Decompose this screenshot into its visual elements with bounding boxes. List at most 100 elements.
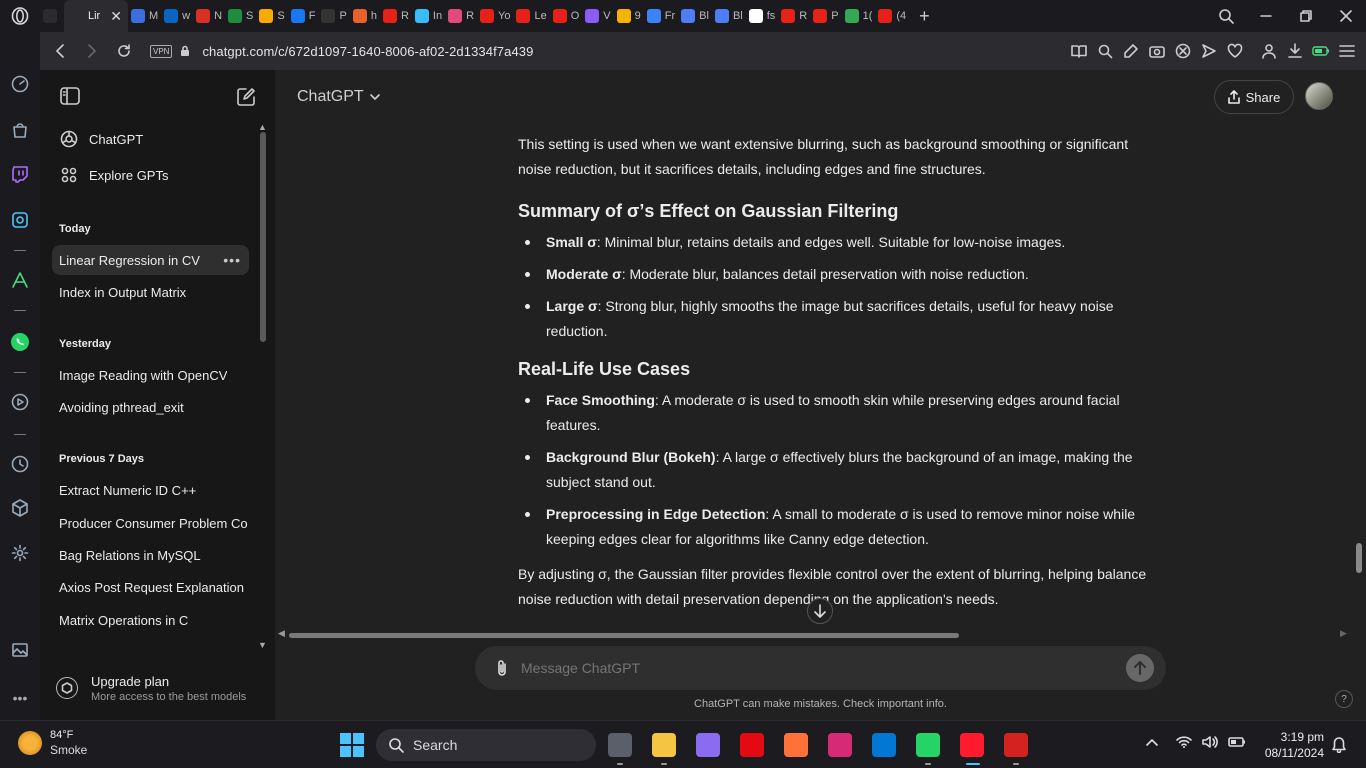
volume-icon[interactable] [1202, 735, 1218, 749]
send-icon[interactable] [1200, 42, 1218, 60]
menu-icon[interactable] [1338, 42, 1356, 60]
reload-button[interactable] [108, 32, 140, 70]
browser-tab[interactable]: P [810, 0, 841, 32]
history-item[interactable]: Image Reading with OpenCV [52, 360, 249, 390]
upgrade-plan-button[interactable]: Upgrade plan More access to the best mod… [56, 668, 256, 708]
browser-tab[interactable]: fs [746, 0, 779, 32]
tab-search-icon[interactable] [1206, 0, 1246, 32]
browser-tab[interactable]: S [225, 0, 256, 32]
scroll-to-bottom-button[interactable] [807, 598, 833, 624]
history-item[interactable]: Extract Numeric ID C++ [52, 475, 249, 505]
firefox-icon[interactable] [784, 733, 808, 757]
scroll-right-arrow[interactable]: ▶ [1340, 628, 1347, 639]
browser-tab[interactable]: M [128, 0, 161, 32]
browser-tab[interactable]: O [550, 0, 583, 32]
close-tab-icon[interactable]: ✕ [110, 8, 122, 25]
restore-button[interactable] [1286, 0, 1326, 32]
windows-start-icon[interactable] [340, 733, 364, 757]
vpn-badge[interactable]: VPN [150, 44, 173, 58]
history-item[interactable]: Matrix Operations in C [52, 605, 249, 635]
sidebar-scrollbar[interactable] [260, 132, 266, 342]
message-input[interactable] [521, 660, 1081, 676]
browser-tab[interactable]: 1( [842, 0, 876, 32]
sidebar-item-chatgpt[interactable]: ChatGPT [52, 124, 249, 154]
copilot-icon[interactable] [696, 733, 720, 757]
aria-icon[interactable] [10, 210, 30, 230]
url-field[interactable]: chatgpt.com/c/672d1097-1640-8006-af02-2d… [202, 44, 533, 59]
browser-tab[interactable]: Bl [678, 0, 712, 32]
browser-tab[interactable]: w [161, 0, 193, 32]
twitch-icon[interactable] [10, 164, 30, 184]
close-window-button[interactable] [1326, 0, 1366, 32]
chevron-up-icon[interactable] [1146, 738, 1158, 746]
profile-icon[interactable] [1260, 42, 1278, 60]
vscode-icon[interactable] [872, 733, 896, 757]
browser-tab[interactable]: Fr [644, 0, 678, 32]
forward-button[interactable] [76, 32, 108, 70]
model-selector[interactable]: ChatGPT [297, 88, 380, 106]
share-button[interactable]: Share [1214, 80, 1294, 114]
acrobat-icon[interactable] [1004, 733, 1028, 757]
more-icon[interactable]: ••• [10, 688, 30, 708]
edit-icon[interactable] [1122, 42, 1140, 60]
browser-tab[interactable] [40, 0, 64, 32]
wifi-icon[interactable] [1176, 736, 1192, 748]
browser-tab[interactable]: S [256, 0, 287, 32]
browser-tab[interactable]: P [318, 0, 349, 32]
settings-gear-icon[interactable] [10, 543, 30, 563]
file-explorer-icon[interactable] [652, 733, 676, 757]
help-button[interactable]: ? [1335, 690, 1353, 708]
speed-dial-icon[interactable] [10, 74, 30, 94]
history-item[interactable]: Axios Post Request Explanation [52, 572, 249, 602]
task-view-icon[interactable] [608, 733, 632, 757]
minimize-button[interactable] [1246, 0, 1286, 32]
history-item[interactable]: Bag Relations in MySQL [52, 540, 249, 570]
reader-mode-icon[interactable] [1070, 42, 1088, 60]
sidebar-toggle-icon[interactable] [60, 87, 80, 105]
browser-tab[interactable]: (4 [875, 0, 909, 32]
scroll-left-arrow[interactable]: ◀ [278, 628, 285, 639]
browser-tab[interactable]: In [412, 0, 445, 32]
history-item[interactable]: Producer Consumer Problem Co [52, 508, 249, 538]
new-tab-button[interactable]: + [919, 6, 930, 27]
browser-tab[interactable]: 9 [614, 0, 644, 32]
new-chat-icon[interactable] [236, 87, 256, 107]
download-icon[interactable] [1286, 42, 1304, 60]
back-button[interactable] [44, 32, 76, 70]
sidebar-scroll-down[interactable]: ▼ [258, 640, 267, 650]
app-store-icon[interactable] [10, 270, 30, 290]
taskbar-search[interactable]: Search [376, 729, 596, 761]
instagram-icon[interactable] [828, 733, 852, 757]
browser-tab[interactable]: V [582, 0, 613, 32]
lens-icon[interactable] [1096, 42, 1114, 60]
clock[interactable]: 3:19 pm 08/11/2024 [1258, 729, 1324, 761]
browser-tab[interactable]: R [380, 0, 412, 32]
notification-bell-icon[interactable] [1332, 737, 1346, 753]
heart-icon[interactable] [1226, 42, 1244, 60]
browser-tab[interactable]: Bl [712, 0, 746, 32]
browser-tab[interactable]: Le [513, 0, 549, 32]
battery-icon[interactable] [1228, 737, 1246, 747]
sidebar-scroll-up[interactable]: ▲ [258, 122, 267, 132]
send-button[interactable] [1126, 654, 1154, 682]
whatsapp-icon[interactable] [916, 733, 940, 757]
browser-tab[interactable]: R [778, 0, 810, 32]
browser-tab[interactable]: Lir ✕ [64, 0, 128, 32]
adblock-icon[interactable] [1174, 42, 1192, 60]
player-icon[interactable] [10, 392, 30, 412]
user-avatar[interactable] [1305, 82, 1333, 110]
history-item[interactable]: Avoiding pthread_exit [52, 392, 249, 422]
browser-tab[interactable]: R [445, 0, 477, 32]
attach-icon[interactable] [495, 659, 509, 677]
horizontal-scrollbar[interactable] [289, 633, 959, 638]
weather-widget[interactable]: 84°F Smoke [18, 729, 87, 757]
opera-icon[interactable] [960, 733, 984, 757]
history-icon[interactable] [10, 454, 30, 474]
history-item[interactable]: Linear Regression in CV ••• [52, 245, 249, 275]
browser-tab[interactable]: N [193, 0, 225, 32]
chat-scrollbar[interactable] [1356, 543, 1362, 573]
sidebar-item-explore-gpts[interactable]: Explore GPTs [52, 160, 249, 190]
opera-logo-icon[interactable] [0, 0, 40, 32]
battery-saver-icon[interactable] [1312, 42, 1330, 60]
netflix-icon[interactable] [740, 733, 764, 757]
